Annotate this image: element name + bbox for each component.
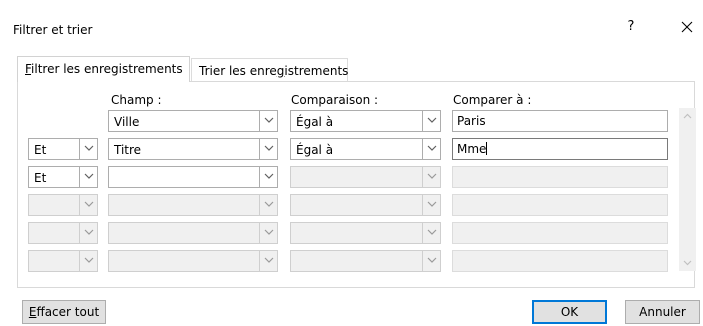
field-select-value: Titre: [114, 143, 142, 157]
chevron-down-icon: [79, 251, 97, 271]
tab-strip: Filtrer les enregistrements Trier les en…: [0, 56, 703, 82]
comparison-select-row-4[interactable]: [290, 194, 441, 216]
operator-select-value: Et: [34, 171, 47, 185]
chevron-down-icon: [79, 223, 97, 243]
compare-to-input-row-3[interactable]: [452, 166, 668, 188]
chevron-down-icon: [422, 139, 440, 159]
chevron-down-icon: [79, 167, 97, 187]
header-comparison: Comparaison :: [291, 93, 379, 107]
close-icon: [681, 21, 693, 33]
compare-to-input-row-2[interactable]: Mme: [452, 138, 668, 160]
field-select-row-3[interactable]: [108, 166, 278, 188]
chevron-down-icon: [259, 111, 277, 131]
tab-filter-records[interactable]: Filtrer les enregistrements: [17, 56, 190, 82]
close-button[interactable]: [677, 17, 697, 39]
clear-all-label: ffacer tout: [36, 305, 100, 319]
compare-to-input-row-1[interactable]: Paris: [452, 110, 668, 132]
compare-to-input-row-5[interactable]: [452, 222, 668, 244]
chevron-down-icon: [79, 195, 97, 215]
field-select-row-6[interactable]: [108, 250, 278, 272]
operator-select-row-4[interactable]: [28, 194, 98, 216]
comparison-select-row-6[interactable]: [290, 250, 441, 272]
chevron-down-icon: [259, 195, 277, 215]
chevron-down-icon: [422, 167, 440, 187]
header-field: Champ :: [111, 93, 162, 107]
header-compare-to: Comparer à :: [453, 93, 532, 107]
scroll-down-icon[interactable]: [679, 254, 696, 271]
chevron-down-icon: [422, 195, 440, 215]
compare-to-input-row-4[interactable]: [452, 194, 668, 216]
chevron-down-icon: [422, 111, 440, 131]
operator-select-row-6[interactable]: [28, 250, 98, 272]
operator-select-row-3[interactable]: Et: [28, 166, 98, 188]
text-caret: [486, 142, 488, 155]
title-bar: Filtrer et trier ?: [0, 0, 703, 42]
chevron-down-icon: [422, 251, 440, 271]
operator-select-value: Et: [34, 143, 47, 157]
tab-label-post: istrements: [284, 64, 349, 78]
comparison-select-row-1[interactable]: Égal à: [290, 110, 441, 132]
compare-to-input-value: Mme: [457, 142, 487, 156]
help-button[interactable]: ?: [624, 19, 638, 37]
vertical-scrollbar[interactable]: [679, 108, 696, 271]
chevron-down-icon: [259, 167, 277, 187]
chevron-down-icon: [79, 139, 97, 159]
field-select-value: Ville: [114, 115, 140, 129]
tab-sort-records[interactable]: Trier les enregistrements: [191, 58, 348, 82]
tab-label-pre: Trier les enre: [199, 64, 277, 78]
comparison-select-value: Égal à: [296, 143, 334, 157]
chevron-down-icon: [259, 139, 277, 159]
operator-select-row-2[interactable]: Et: [28, 138, 98, 160]
comparison-select-row-3[interactable]: [290, 166, 441, 188]
field-select-row-1[interactable]: Ville: [108, 110, 278, 132]
ok-button[interactable]: OK: [532, 300, 607, 324]
clear-all-button[interactable]: Effacer tout: [22, 300, 106, 324]
chevron-down-icon: [259, 223, 277, 243]
chevron-down-icon: [422, 223, 440, 243]
field-select-row-4[interactable]: [108, 194, 278, 216]
cancel-button[interactable]: Annuler: [625, 300, 700, 324]
scroll-up-icon[interactable]: [679, 108, 696, 125]
tab-label-post: iltrer les enregistrements: [31, 62, 183, 76]
chevron-down-icon: [259, 251, 277, 271]
field-select-row-5[interactable]: [108, 222, 278, 244]
comparison-select-value: Égal à: [296, 115, 334, 129]
dialog-title: Filtrer et trier: [13, 23, 93, 37]
operator-select-row-5[interactable]: [28, 222, 98, 244]
comparison-select-row-5[interactable]: [290, 222, 441, 244]
compare-to-input-row-6[interactable]: [452, 250, 668, 272]
field-select-row-2[interactable]: Titre: [108, 138, 278, 160]
comparison-select-row-2[interactable]: Égal à: [290, 138, 441, 160]
